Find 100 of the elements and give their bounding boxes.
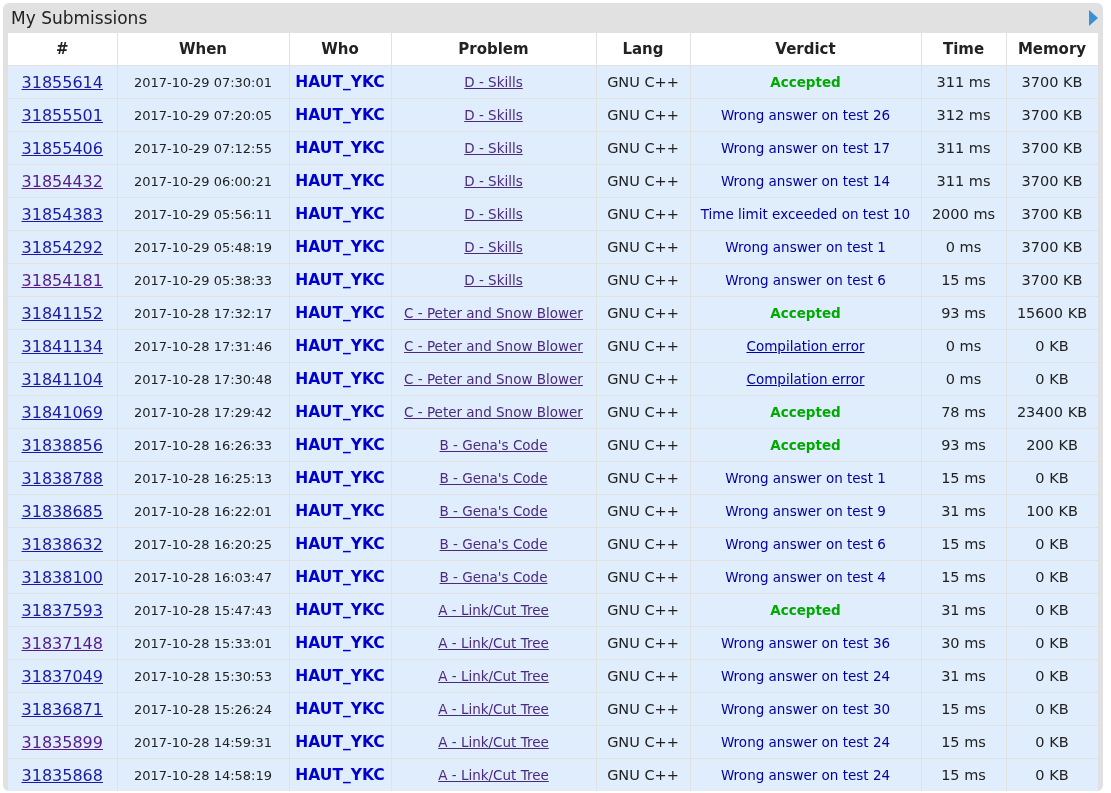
arrow-icon[interactable] <box>1088 10 1098 26</box>
memory-text: 3700 KB <box>1021 173 1083 189</box>
time-text: 15 ms <box>941 470 986 486</box>
memory-text: 0 KB <box>1035 470 1069 486</box>
time-text: 15 ms <box>941 536 986 552</box>
memory-text: 0 KB <box>1035 767 1069 783</box>
verdict-text: Wrong answer on test 26 <box>720 107 891 123</box>
verdict-text: Wrong answer on test 1 <box>725 470 886 486</box>
date-text: 2017-10-29 05:38:33 <box>133 273 273 288</box>
language-text: GNU C++ <box>607 701 679 717</box>
problem-link[interactable]: D - Skills <box>464 74 523 90</box>
problem-link[interactable]: D - Skills <box>464 173 523 189</box>
language-text: GNU C++ <box>607 371 679 387</box>
time-text: 78 ms <box>941 404 986 420</box>
memory-text: 0 KB <box>1035 734 1069 750</box>
date-text: 2017-10-29 05:56:11 <box>133 207 273 222</box>
language-text: GNU C++ <box>607 602 679 618</box>
verdict-text: Wrong answer on test 24 <box>720 734 891 750</box>
time-text: 15 ms <box>941 272 986 288</box>
memory-text: 3700 KB <box>1021 206 1083 222</box>
language-text: GNU C++ <box>607 404 679 420</box>
date-text: 2017-10-28 16:25:13 <box>133 471 273 486</box>
verdict-text: Wrong answer on test 4 <box>725 569 886 585</box>
verdict-text: Wrong answer on test 9 <box>725 503 886 519</box>
time-text: 93 ms <box>941 305 986 321</box>
verdict-text: Wrong answer on test 17 <box>720 140 891 156</box>
problem-link[interactable]: D - Skills <box>464 239 523 255</box>
problem-link[interactable]: D - Skills <box>464 140 523 156</box>
verdict-text: Accepted <box>770 437 841 453</box>
date-text: 2017-10-29 06:00:21 <box>133 174 273 189</box>
time-text: 311 ms <box>936 140 991 156</box>
date-text: 2017-10-29 07:20:05 <box>133 108 273 123</box>
time-text: 31 ms <box>941 668 986 684</box>
date-text: 2017-10-28 16:03:47 <box>133 570 273 585</box>
date-text: 2017-10-28 16:20:25 <box>133 537 273 552</box>
time-text: 31 ms <box>941 503 986 519</box>
verdict-text: Wrong answer on test 1 <box>725 239 886 255</box>
language-text: GNU C++ <box>607 239 679 255</box>
memory-text: 3700 KB <box>1021 239 1083 255</box>
time-text: 15 ms <box>941 734 986 750</box>
language-text: GNU C++ <box>607 536 679 552</box>
date-text: 2017-10-28 15:30:53 <box>133 669 273 684</box>
language-text: GNU C++ <box>607 503 679 519</box>
memory-text: 3700 KB <box>1021 74 1083 90</box>
memory-text: 0 KB <box>1035 536 1069 552</box>
language-text: GNU C++ <box>607 338 679 354</box>
memory-text: 23400 KB <box>1016 404 1088 420</box>
language-text: GNU C++ <box>607 74 679 90</box>
language-text: GNU C++ <box>607 140 679 156</box>
panel-title: My Submissions <box>10 8 148 28</box>
language-text: GNU C++ <box>607 734 679 750</box>
language-text: GNU C++ <box>607 668 679 684</box>
problem-link[interactable]: D - Skills <box>464 107 523 123</box>
memory-text: 0 KB <box>1035 338 1069 354</box>
memory-text: 100 KB <box>1026 503 1078 519</box>
language-text: GNU C++ <box>607 635 679 651</box>
memory-text: 0 KB <box>1035 569 1069 585</box>
time-text: 0 ms <box>945 239 982 255</box>
time-text: 93 ms <box>941 437 986 453</box>
time-text: 31 ms <box>941 602 986 618</box>
verdict-text: Time limit exceeded on test 10 <box>700 206 911 222</box>
language-text: GNU C++ <box>607 767 679 783</box>
language-text: GNU C++ <box>607 437 679 453</box>
date-text: 2017-10-28 17:31:46 <box>133 339 273 354</box>
memory-text: 200 KB <box>1026 437 1078 453</box>
language-text: GNU C++ <box>607 470 679 486</box>
date-text: 2017-10-28 17:30:48 <box>133 372 273 387</box>
memory-text: 3700 KB <box>1021 107 1083 123</box>
verdict-text: Accepted <box>770 602 841 618</box>
verdict-text: Wrong answer on test 14 <box>720 173 891 189</box>
time-text: 0 ms <box>945 371 982 387</box>
memory-text: 3700 KB <box>1021 272 1083 288</box>
date-text: 2017-10-28 14:58:19 <box>133 768 273 783</box>
time-text: 15 ms <box>941 569 986 585</box>
problem-link[interactable]: D - Skills <box>464 206 523 222</box>
memory-text: 0 KB <box>1035 701 1069 717</box>
date-text: 2017-10-28 15:47:43 <box>133 603 273 618</box>
time-text: 311 ms <box>936 74 991 90</box>
date-text: 2017-10-28 14:59:31 <box>133 735 273 750</box>
verdict-text: Accepted <box>770 305 841 321</box>
language-text: GNU C++ <box>607 173 679 189</box>
date-text: 2017-10-28 17:29:42 <box>133 405 273 420</box>
date-text: 2017-10-28 15:33:01 <box>133 636 273 651</box>
language-text: GNU C++ <box>607 272 679 288</box>
memory-text: 15600 KB <box>1016 305 1088 321</box>
verdict-text: Wrong answer on test 36 <box>720 635 891 651</box>
memory-text: 0 KB <box>1035 602 1069 618</box>
verdict-text: Accepted <box>770 74 841 90</box>
time-text: 15 ms <box>941 767 986 783</box>
time-text: 312 ms <box>936 107 991 123</box>
date-text: 2017-10-28 15:26:24 <box>133 702 273 717</box>
language-text: GNU C++ <box>607 569 679 585</box>
time-text: 311 ms <box>936 173 991 189</box>
memory-text: 3700 KB <box>1021 140 1083 156</box>
verdict-text: Wrong answer on test 24 <box>720 668 891 684</box>
language-text: GNU C++ <box>607 206 679 222</box>
problem-link[interactable]: D - Skills <box>464 272 523 288</box>
date-text: 2017-10-29 05:48:19 <box>133 240 273 255</box>
language-text: GNU C++ <box>607 107 679 123</box>
date-text: 2017-10-29 07:12:55 <box>133 141 273 156</box>
